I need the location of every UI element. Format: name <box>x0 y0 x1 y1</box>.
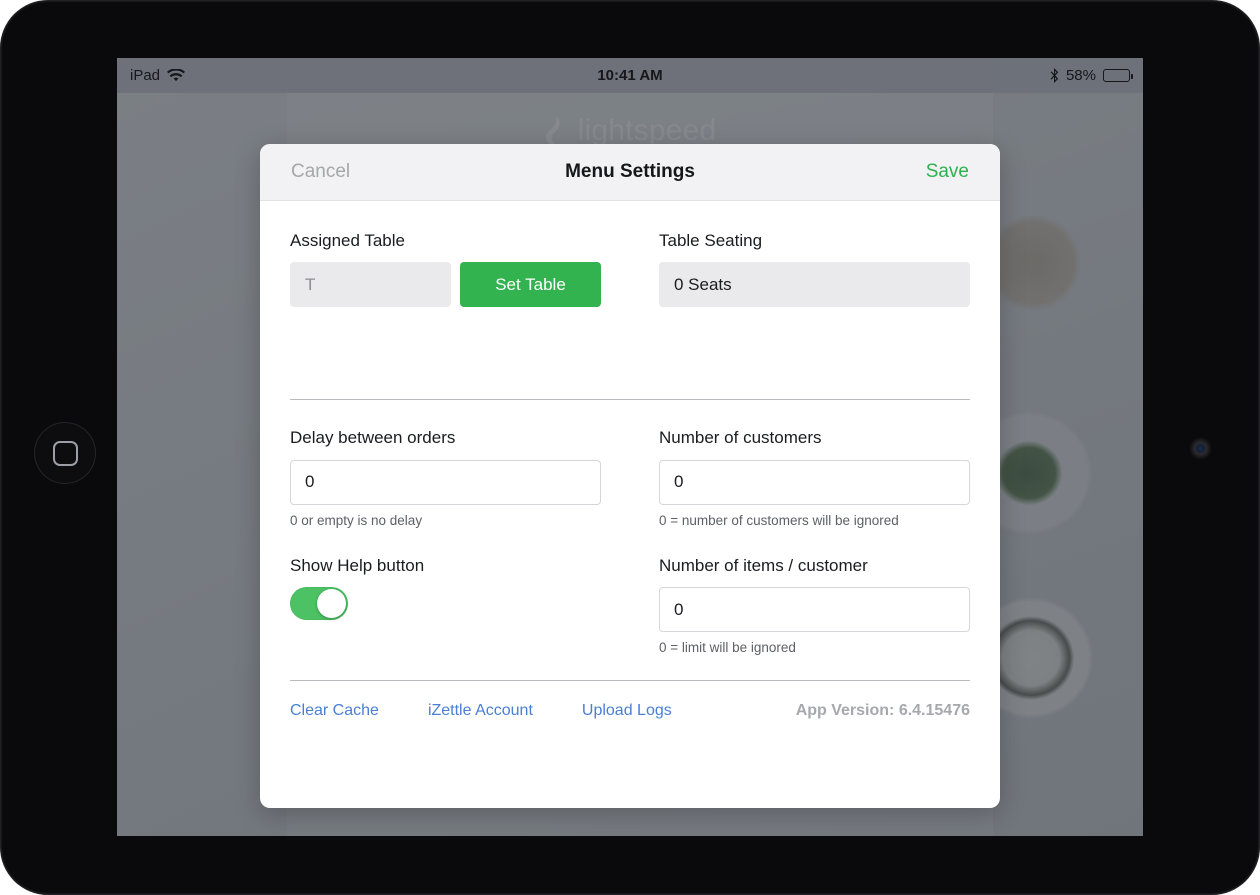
show-help-button-group: Show Help button <box>290 556 601 657</box>
show-help-button-toggle[interactable] <box>290 587 348 621</box>
delay-between-orders-hint: 0 or empty is no delay <box>290 512 423 528</box>
status-bar-clock: 10:41 AM <box>597 67 663 84</box>
ipad-screen: lightspeed Tap to Start Your Order iPad … <box>117 58 1143 836</box>
wifi-icon <box>167 68 186 82</box>
items-per-customer-hint: 0 = limit will be ignored <box>659 640 796 656</box>
assigned-table-group: Assigned Table T Set Table <box>290 231 601 308</box>
divider-top <box>290 399 970 401</box>
bluetooth-icon <box>1050 68 1059 83</box>
delay-between-orders-input[interactable]: 0 <box>290 459 601 505</box>
ipad-device-frame: lightspeed Tap to Start Your Order iPad … <box>0 0 1260 895</box>
home-button-glyph <box>52 440 78 466</box>
items-per-customer-group: Number of items / customer 0 0 = limit w… <box>659 556 970 657</box>
assigned-table-input[interactable]: T <box>290 262 451 308</box>
izettle-account-link[interactable]: iZettle Account <box>428 702 533 720</box>
save-button[interactable]: Save <box>926 161 969 183</box>
delay-between-orders-group: Delay between orders 0 0 or empty is no … <box>290 428 601 529</box>
modal-header: Cancel Menu Settings Save <box>260 144 1000 201</box>
modal-title: Menu Settings <box>565 161 695 182</box>
clear-cache-link[interactable]: Clear Cache <box>290 702 379 720</box>
home-button[interactable] <box>34 422 96 484</box>
battery-icon <box>1103 69 1133 82</box>
delay-between-orders-label: Delay between orders <box>290 428 456 448</box>
set-table-button[interactable]: Set Table <box>460 262 601 308</box>
toggle-knob <box>317 589 346 619</box>
menu-settings-modal: Cancel Menu Settings Save Assigned Table… <box>260 144 1000 808</box>
show-help-button-label: Show Help button <box>290 555 425 575</box>
items-per-customer-label: Number of items / customer <box>659 555 868 575</box>
settings-row-delay-customers: Delay between orders 0 0 or empty is no … <box>290 428 970 529</box>
settings-row-help-items: Show Help button Number of items / custo… <box>290 556 970 657</box>
number-of-customers-hint: 0 = number of customers will be ignored <box>659 512 899 528</box>
carrier-label: iPad <box>130 67 161 84</box>
app-version-label: App Version: 6.4.15476 <box>795 701 970 719</box>
upload-logs-link[interactable]: Upload Logs <box>582 702 672 720</box>
status-bar-right: 58% <box>1050 67 1133 84</box>
assigned-table-label: Assigned Table <box>290 231 405 250</box>
front-camera <box>1193 441 1208 456</box>
settings-row-table: Assigned Table T Set Table Table Seating… <box>290 231 970 308</box>
table-seating-label: Table Seating <box>659 231 763 250</box>
number-of-customers-label: Number of customers <box>659 428 822 448</box>
cancel-button[interactable]: Cancel <box>291 161 350 183</box>
modal-footer: Clear Cache iZettle Account Upload Logs … <box>290 681 970 720</box>
modal-body: Assigned Table T Set Table Table Seating… <box>260 201 1000 808</box>
number-of-customers-input[interactable]: 0 <box>659 459 970 505</box>
ios-status-bar: iPad 10:41 AM 58% <box>117 58 1143 93</box>
row-spacer <box>290 529 970 556</box>
assigned-table-controls: T Set Table <box>290 262 601 308</box>
items-per-customer-input[interactable]: 0 <box>659 587 970 633</box>
table-seating-input[interactable]: 0 Seats <box>659 262 970 308</box>
table-seating-group: Table Seating 0 Seats <box>659 231 970 308</box>
battery-percent-label: 58% <box>1065 67 1096 84</box>
number-of-customers-group: Number of customers 0 0 = number of cust… <box>659 428 970 529</box>
status-bar-left: iPad <box>130 67 186 84</box>
